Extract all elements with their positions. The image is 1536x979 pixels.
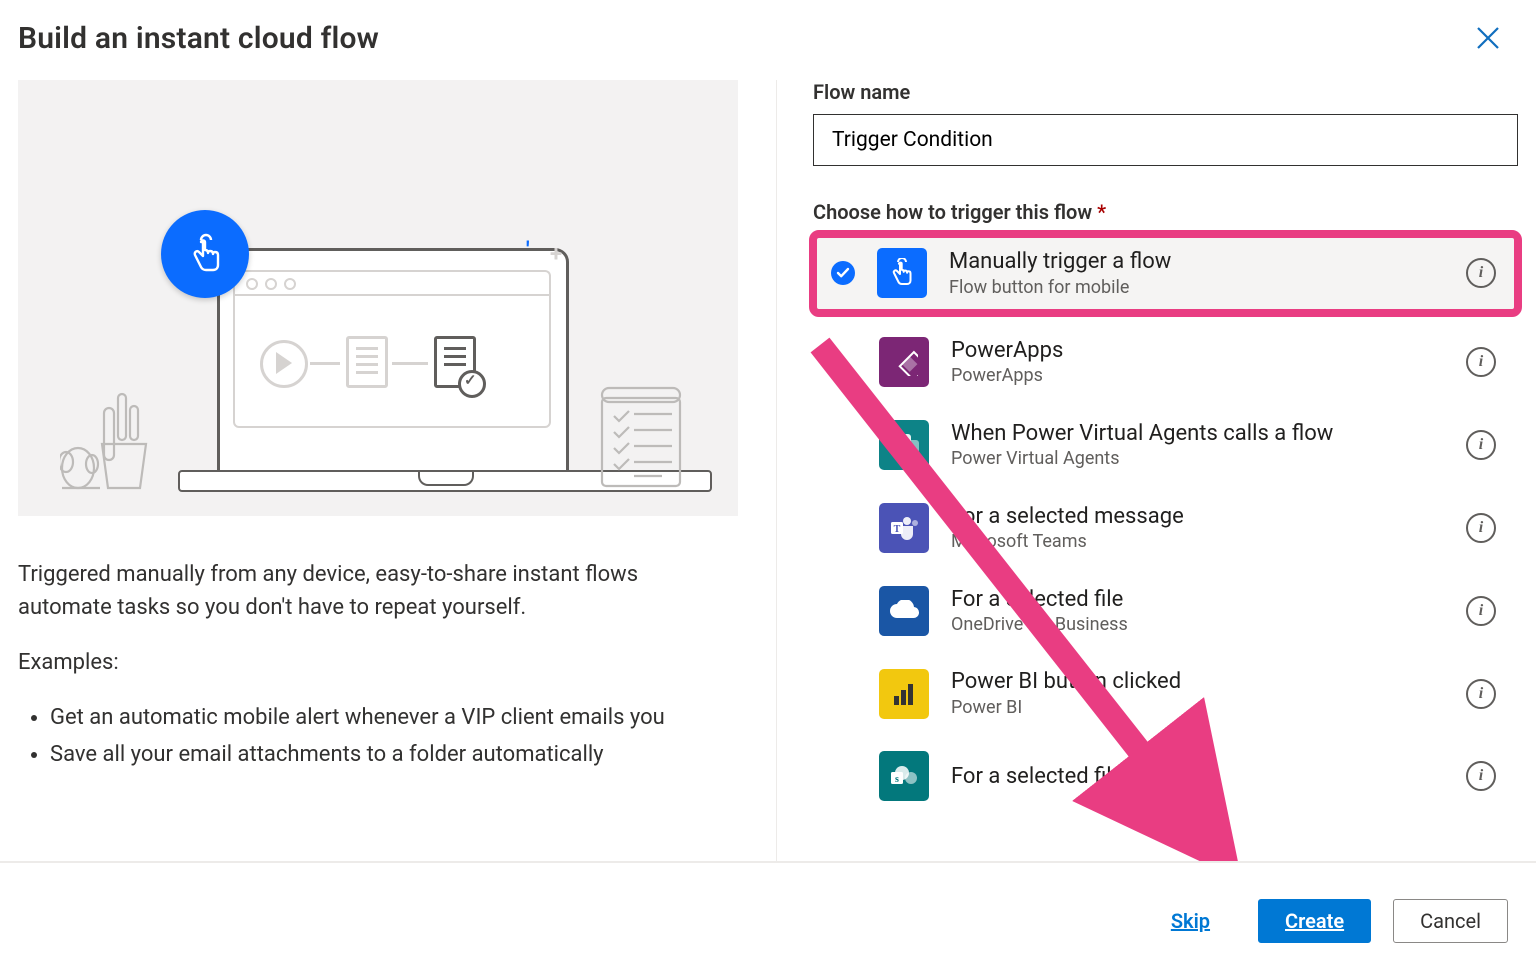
example-item: Save all your email attachments to a fol…: [50, 738, 718, 771]
flow-name-input[interactable]: [813, 114, 1518, 166]
sharepoint-icon: s: [879, 751, 929, 801]
info-icon[interactable]: i: [1466, 430, 1496, 460]
dialog-footer: Skip Create Cancel: [0, 861, 1536, 979]
trigger-title: PowerApps: [951, 337, 1444, 365]
info-icon[interactable]: i: [1466, 596, 1496, 626]
dialog-title: Build an instant cloud flow: [18, 21, 379, 56]
trigger-list: Manually trigger a flowFlow button for m…: [813, 232, 1518, 817]
trigger-subtitle: Microsoft Teams: [951, 530, 1444, 553]
radio-unchecked: [833, 764, 857, 788]
svg-text:s: s: [895, 774, 899, 785]
trigger-title: Power BI button clicked: [951, 668, 1444, 696]
powerapps-icon: [879, 337, 929, 387]
trigger-text: When Power Virtual Agents calls a flowPo…: [951, 420, 1444, 471]
touch-icon: [161, 210, 249, 298]
bars-icon: [879, 669, 929, 719]
trigger-text: Power BI button clickedPower BI: [951, 668, 1444, 719]
radio-unchecked: [833, 516, 857, 540]
trigger-subtitle: Power Virtual Agents: [951, 447, 1444, 470]
info-icon[interactable]: i: [1466, 679, 1496, 709]
trigger-text: Manually trigger a flowFlow button for m…: [949, 248, 1444, 299]
info-icon[interactable]: i: [1466, 761, 1496, 791]
radio-unchecked: [833, 599, 857, 623]
close-icon: [1474, 24, 1502, 52]
vertical-divider: [776, 80, 777, 862]
choose-trigger-label: Choose how to trigger this flow *: [813, 200, 1518, 224]
radio-unchecked: [833, 433, 857, 457]
trigger-text: For a selected fileOneDrive for Business: [951, 586, 1444, 637]
illustration: ' +: [18, 80, 738, 516]
close-button[interactable]: [1468, 18, 1508, 58]
trigger-title: For a selected file: [951, 586, 1444, 614]
cloud-icon: [879, 586, 929, 636]
examples-label: Examples:: [18, 646, 718, 679]
teams-icon: T: [879, 503, 929, 553]
trigger-row[interactable]: When Power Virtual Agents calls a flowPo…: [813, 404, 1518, 487]
flow-name-label: Flow name: [813, 80, 1518, 104]
info-icon[interactable]: i: [1466, 513, 1496, 543]
trigger-subtitle: Power BI: [951, 696, 1444, 719]
trigger-row[interactable]: PowerAppsPowerApps i: [813, 321, 1518, 404]
example-item: Get an automatic mobile alert whenever a…: [50, 701, 718, 734]
cancel-button[interactable]: Cancel: [1393, 899, 1508, 943]
trigger-row[interactable]: Power BI button clickedPower BI i: [813, 652, 1518, 735]
trigger-row[interactable]: s For a selected file i: [813, 735, 1518, 817]
trigger-row[interactable]: Manually trigger a flowFlow button for m…: [809, 230, 1522, 317]
radio-checked-icon: [831, 261, 855, 285]
info-icon[interactable]: i: [1466, 347, 1496, 377]
dialog-body: ' +: [0, 80, 1536, 862]
trigger-title: For a selected message: [951, 503, 1444, 531]
description-text: Triggered manually from any device, easy…: [18, 558, 718, 624]
trigger-row[interactable]: For a selected fileOneDrive for Business…: [813, 570, 1518, 653]
trigger-title: Manually trigger a flow: [949, 248, 1444, 276]
create-button[interactable]: Create: [1258, 899, 1371, 943]
right-panel: Flow name Choose how to trigger this flo…: [813, 80, 1518, 862]
trigger-text: For a selected messageMicrosoft Teams: [951, 503, 1444, 554]
description-block: Triggered manually from any device, easy…: [18, 558, 718, 775]
trigger-subtitle: Flow button for mobile: [949, 276, 1444, 299]
trigger-text: PowerAppsPowerApps: [951, 337, 1444, 388]
svg-text:T: T: [894, 524, 901, 535]
info-icon[interactable]: i: [1466, 258, 1496, 288]
trigger-subtitle: OneDrive for Business: [951, 613, 1444, 636]
trigger-row[interactable]: T For a selected messageMicrosoft Teams i: [813, 487, 1518, 570]
radio-unchecked: [833, 682, 857, 706]
trigger-title: When Power Virtual Agents calls a flow: [951, 420, 1444, 448]
trigger-text: For a selected file: [951, 763, 1444, 791]
trigger-title: For a selected file: [951, 763, 1444, 791]
touch-icon: [877, 248, 927, 298]
examples-list: Get an automatic mobile alert whenever a…: [18, 701, 718, 771]
left-panel: ' +: [18, 80, 758, 862]
dialog-header: Build an instant cloud flow: [0, 0, 1536, 80]
trigger-subtitle: PowerApps: [951, 364, 1444, 387]
radio-unchecked: [833, 350, 857, 374]
skip-button[interactable]: Skip: [1145, 899, 1236, 943]
chat-icon: [879, 420, 929, 470]
